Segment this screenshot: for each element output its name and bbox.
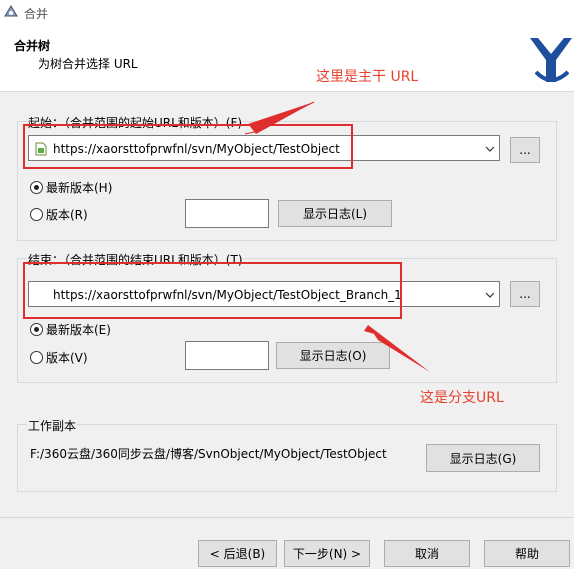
start-browse-button[interactable]: ... bbox=[510, 137, 540, 163]
end-show-log-button[interactable]: 显示日志(O) bbox=[276, 342, 390, 369]
wizard-header: 合并树 为树合并选择 URL bbox=[0, 24, 574, 92]
title-bar: 合并 bbox=[0, 0, 574, 24]
chevron-down-icon bbox=[485, 292, 495, 298]
radio-selected-indicator bbox=[30, 181, 43, 194]
page-subtitle: 为树合并选择 URL bbox=[38, 57, 138, 71]
start-head-revision-label: 最新版本(H) bbox=[46, 181, 113, 195]
trunk-highlight-box bbox=[23, 124, 353, 169]
working-copy-path: F:/360云盘/360同步云盘/博客/SvnObject/MyObject/T… bbox=[30, 447, 387, 461]
end-head-revision-label: 最新版本(E) bbox=[46, 323, 111, 337]
end-head-revision-radio[interactable]: 最新版本(E) bbox=[30, 321, 111, 338]
radio-unselected-indicator bbox=[30, 351, 43, 364]
footer-separator bbox=[0, 517, 574, 518]
radio-unselected-indicator bbox=[30, 208, 43, 221]
help-button[interactable]: 帮助 bbox=[484, 540, 570, 567]
merge-logo-icon bbox=[530, 38, 572, 82]
start-revision-radio[interactable]: 版本(R) bbox=[30, 206, 88, 223]
start-show-log-button[interactable]: 显示日志(L) bbox=[278, 200, 392, 227]
branch-annotation: 这是分支URL bbox=[420, 390, 504, 406]
chevron-down-icon bbox=[485, 146, 495, 152]
end-browse-button[interactable]: ... bbox=[510, 281, 540, 307]
window-title: 合并 bbox=[24, 7, 49, 21]
page-title: 合并树 bbox=[14, 39, 51, 53]
working-copy-label: 工作副本 bbox=[27, 417, 78, 434]
end-revision-radio[interactable]: 版本(V) bbox=[30, 349, 88, 366]
end-revision-input[interactable] bbox=[185, 341, 269, 370]
end-revision-label: 版本(V) bbox=[46, 351, 88, 365]
back-button[interactable]: < 后退(B) bbox=[198, 540, 277, 567]
start-revision-label: 版本(R) bbox=[46, 208, 88, 222]
tortoisesvn-app-icon bbox=[4, 5, 18, 17]
trunk-annotation: 这里是主干 URL bbox=[316, 69, 419, 85]
cancel-button[interactable]: 取消 bbox=[384, 540, 470, 567]
working-copy-show-log-button[interactable]: 显示日志(G) bbox=[426, 444, 540, 472]
branch-highlight-box bbox=[23, 262, 402, 319]
start-head-revision-radio[interactable]: 最新版本(H) bbox=[30, 179, 112, 196]
radio-selected-indicator bbox=[30, 323, 43, 336]
start-revision-input[interactable] bbox=[185, 199, 269, 228]
next-button[interactable]: 下一步(N) > bbox=[284, 540, 370, 567]
